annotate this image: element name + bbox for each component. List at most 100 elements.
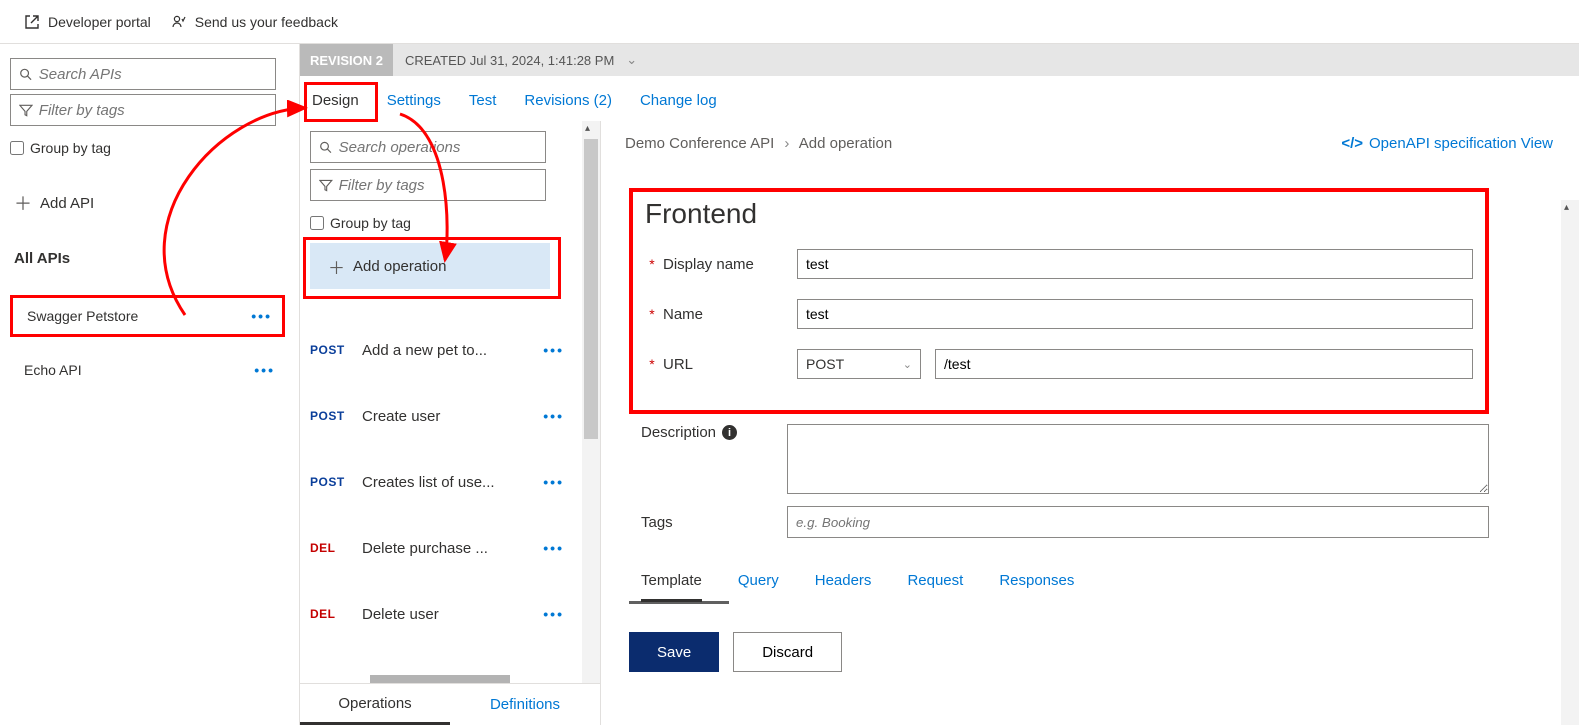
search-operations-field[interactable] bbox=[339, 139, 537, 156]
add-operation-label: Add operation bbox=[353, 258, 446, 275]
operation-menu-icon[interactable]: ••• bbox=[543, 606, 564, 622]
search-icon bbox=[19, 67, 33, 82]
http-method-select[interactable]: POST ⌄ bbox=[797, 349, 921, 379]
api-item-label: Echo API bbox=[24, 362, 82, 378]
api-menu-icon[interactable]: ••• bbox=[254, 362, 275, 378]
developer-portal-link[interactable]: Developer portal bbox=[24, 14, 151, 30]
subtab-template[interactable]: Template bbox=[641, 572, 702, 602]
required-marker: * bbox=[645, 356, 659, 372]
external-link-icon bbox=[24, 14, 40, 30]
filter-apis-field[interactable] bbox=[39, 102, 267, 119]
ops-group-by-tag-input[interactable] bbox=[310, 216, 324, 230]
scroll-up-icon[interactable]: ▴ bbox=[585, 123, 590, 134]
plus-icon: ＋ bbox=[14, 190, 32, 216]
display-name-label: Display name bbox=[663, 256, 793, 273]
search-icon bbox=[319, 140, 333, 155]
search-apis-input[interactable] bbox=[10, 58, 276, 90]
api-tabs: Design Settings Test Revisions (2) Chang… bbox=[300, 76, 1579, 121]
http-method-badge: POST bbox=[310, 409, 350, 423]
plus-icon: ＋ bbox=[328, 254, 345, 279]
openapi-spec-link[interactable]: </> OpenAPI specification View bbox=[1341, 135, 1553, 152]
filter-operations-input[interactable] bbox=[310, 169, 546, 201]
operation-name: Create user bbox=[362, 408, 531, 425]
operation-row[interactable]: POST Create user ••• bbox=[310, 383, 564, 449]
operation-menu-icon[interactable]: ••• bbox=[543, 342, 564, 358]
tab-changelog[interactable]: Change log bbox=[640, 92, 717, 109]
required-marker: * bbox=[645, 256, 659, 272]
subtab-responses[interactable]: Responses bbox=[999, 572, 1074, 602]
add-api-button[interactable]: ＋ Add API bbox=[10, 190, 285, 216]
name-input[interactable] bbox=[797, 299, 1473, 329]
save-button[interactable]: Save bbox=[629, 632, 719, 672]
feedback-icon bbox=[171, 14, 187, 30]
scrollbar-horizontal[interactable] bbox=[370, 675, 510, 683]
operations-scrollbar[interactable]: ▴ bbox=[582, 121, 600, 683]
api-sidebar: Group by tag ＋ Add API All APIs Swagger … bbox=[0, 44, 300, 725]
chevron-down-icon: ⌄ bbox=[903, 358, 912, 371]
breadcrumb-operation: Add operation bbox=[799, 135, 892, 152]
tab-design[interactable]: Design bbox=[312, 92, 359, 109]
operation-row[interactable]: DEL Delete user ••• bbox=[310, 581, 564, 647]
group-by-tag-checkbox[interactable]: Group by tag bbox=[10, 140, 285, 156]
frontend-sub-tabs: Template Query Headers Request Responses bbox=[641, 572, 1579, 602]
description-textarea[interactable] bbox=[787, 424, 1489, 494]
operation-row[interactable]: POST Creates list of use... ••• bbox=[310, 449, 564, 515]
description-label: Description i bbox=[641, 424, 787, 441]
developer-portal-label: Developer portal bbox=[48, 14, 151, 30]
feedback-link[interactable]: Send us your feedback bbox=[171, 14, 338, 30]
add-api-label: Add API bbox=[40, 195, 94, 212]
url-label: URL bbox=[663, 356, 793, 373]
required-marker: * bbox=[645, 306, 659, 322]
http-method-badge: DEL bbox=[310, 607, 350, 621]
filter-icon bbox=[19, 103, 33, 118]
all-apis-heading: All APIs bbox=[10, 250, 285, 267]
tags-label: Tags bbox=[641, 514, 787, 531]
scrollbar-thumb[interactable] bbox=[584, 139, 598, 439]
tab-definitions[interactable]: Definitions bbox=[450, 684, 600, 725]
add-operation-button[interactable]: ＋ Add operation bbox=[310, 243, 550, 289]
api-item-swagger-petstore[interactable]: Swagger Petstore ••• bbox=[10, 295, 285, 337]
subtab-request[interactable]: Request bbox=[907, 572, 963, 602]
tags-input[interactable] bbox=[787, 506, 1489, 538]
revision-badge: REVISION 2 bbox=[300, 44, 393, 76]
search-operations-input[interactable] bbox=[310, 131, 546, 163]
operation-row[interactable]: POST Add a new pet to... ••• bbox=[310, 317, 564, 383]
revision-bar: REVISION 2 CREATED Jul 31, 2024, 1:41:28… bbox=[300, 44, 1579, 76]
discard-button[interactable]: Discard bbox=[733, 632, 842, 672]
subtab-headers[interactable]: Headers bbox=[815, 572, 872, 602]
breadcrumb-api[interactable]: Demo Conference API bbox=[625, 135, 774, 152]
detail-scrollbar[interactable]: ▴ bbox=[1561, 200, 1579, 725]
operations-column: Group by tag ＋ Add operation POST Add a … bbox=[300, 121, 600, 725]
operation-name: Delete purchase ... bbox=[362, 540, 531, 557]
tab-revisions[interactable]: Revisions (2) bbox=[524, 92, 612, 109]
operation-name: Creates list of use... bbox=[362, 474, 531, 491]
filter-operations-field[interactable] bbox=[339, 177, 537, 194]
group-by-tag-label: Group by tag bbox=[30, 140, 111, 156]
api-item-label: Swagger Petstore bbox=[27, 308, 138, 324]
operation-menu-icon[interactable]: ••• bbox=[543, 540, 564, 556]
display-name-input[interactable] bbox=[797, 249, 1473, 279]
tab-operations[interactable]: Operations bbox=[300, 684, 450, 725]
chevron-down-icon[interactable]: ⌄ bbox=[626, 52, 637, 68]
filter-apis-input[interactable] bbox=[10, 94, 276, 126]
revision-created-label: CREATED Jul 31, 2024, 1:41:28 PM bbox=[393, 53, 626, 68]
api-menu-icon[interactable]: ••• bbox=[251, 308, 272, 324]
operation-menu-icon[interactable]: ••• bbox=[543, 474, 564, 490]
info-icon[interactable]: i bbox=[722, 425, 737, 440]
http-method-badge: DEL bbox=[310, 541, 350, 555]
tab-settings[interactable]: Settings bbox=[387, 92, 441, 109]
subtab-query[interactable]: Query bbox=[738, 572, 779, 602]
operation-menu-icon[interactable]: ••• bbox=[543, 408, 564, 424]
search-apis-field[interactable] bbox=[39, 66, 267, 83]
feedback-label: Send us your feedback bbox=[195, 14, 338, 30]
name-label: Name bbox=[663, 306, 793, 323]
group-by-tag-input[interactable] bbox=[10, 141, 24, 155]
tab-test[interactable]: Test bbox=[469, 92, 497, 109]
url-path-input[interactable] bbox=[935, 349, 1473, 379]
filter-icon bbox=[319, 178, 333, 193]
operation-row[interactable]: DEL Delete purchase ... ••• bbox=[310, 515, 564, 581]
api-item-echo-api[interactable]: Echo API ••• bbox=[10, 349, 285, 391]
operation-name: Add a new pet to... bbox=[362, 342, 531, 359]
ops-group-by-tag-checkbox[interactable]: Group by tag bbox=[310, 215, 564, 231]
scroll-up-icon[interactable]: ▴ bbox=[1564, 202, 1569, 213]
